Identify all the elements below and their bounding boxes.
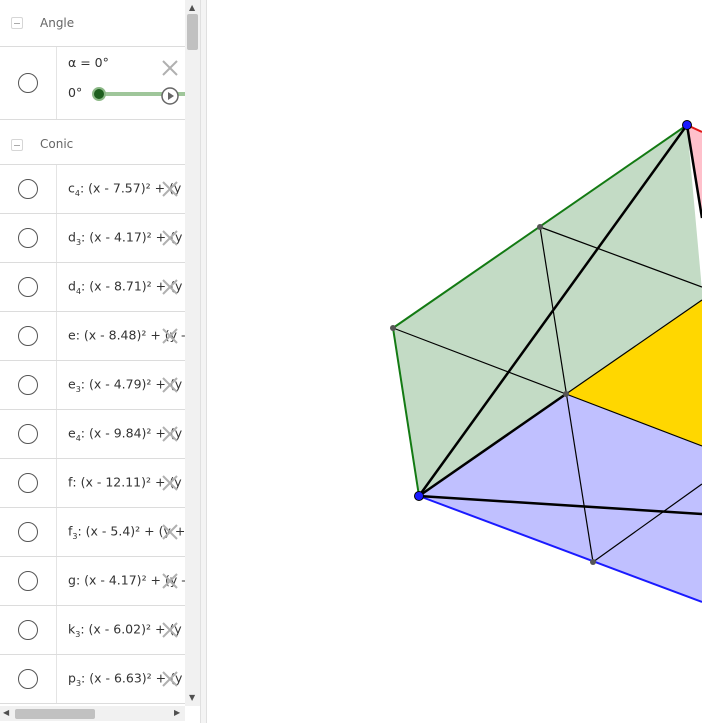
conic-row[interactable]: g: (x - 4.17)² + (y - [0, 557, 185, 606]
close-icon[interactable] [161, 621, 179, 639]
group-header-conic[interactable]: Conic [0, 120, 185, 165]
vertical-scrollbar[interactable]: ▲ ▼ [185, 0, 200, 706]
close-icon[interactable] [161, 474, 179, 492]
close-icon[interactable] [161, 523, 179, 541]
visibility-toggle[interactable] [0, 410, 57, 458]
conic-row[interactable]: e3: (x - 4.79)² + (y [0, 361, 185, 410]
point-blue[interactable] [414, 491, 424, 501]
point-blue[interactable] [682, 120, 692, 130]
close-icon[interactable] [161, 670, 179, 688]
scroll-left-icon[interactable]: ◀ [3, 708, 9, 717]
conic-row[interactable]: d4: (x - 8.71)² + (y [0, 263, 185, 312]
marble-icon[interactable] [18, 424, 38, 444]
construction-canvas[interactable] [207, 0, 702, 723]
view-divider[interactable] [200, 0, 207, 723]
algebra-list: Angle α = 0° 0° Conic c4: (x - 7.57)² + … [0, 0, 188, 704]
slider-definition[interactable]: α = 0° [68, 55, 109, 70]
conic-row[interactable]: f3: (x - 5.4)² + (y + [0, 508, 185, 557]
conic-row[interactable]: p3: (x - 6.63)² + (y [0, 655, 185, 704]
group-title: Angle [40, 16, 75, 30]
visibility-toggle[interactable] [0, 655, 57, 703]
slider-row-alpha[interactable]: α = 0° 0° [0, 47, 188, 120]
scroll-up-icon[interactable]: ▲ [189, 3, 195, 12]
marble-icon[interactable] [18, 620, 38, 640]
collapse-icon[interactable] [11, 139, 23, 151]
marble-icon[interactable] [18, 228, 38, 248]
conic-name: d [68, 229, 76, 245]
close-icon[interactable] [161, 180, 179, 198]
conic-name: e [68, 425, 76, 441]
scrollbar-thumb[interactable] [15, 709, 95, 719]
point-small[interactable] [537, 224, 543, 230]
conic-row[interactable]: k3: (x - 6.02)² + (y [0, 606, 185, 655]
marble-icon[interactable] [18, 375, 38, 395]
group-title: Conic [40, 137, 74, 151]
horizontal-scrollbar[interactable]: ◀ ▶ [0, 706, 185, 721]
collapse-icon[interactable] [11, 17, 23, 29]
conic-name: p [68, 670, 76, 686]
visibility-toggle[interactable] [0, 263, 57, 311]
scrollbar-thumb[interactable] [187, 14, 198, 50]
marble-icon[interactable] [18, 571, 38, 591]
conic-row[interactable]: c4: (x - 7.57)² + (y [0, 165, 185, 214]
play-icon[interactable] [160, 86, 180, 106]
conic-name: e [68, 327, 76, 343]
point-small[interactable] [590, 559, 596, 565]
close-icon[interactable] [161, 59, 179, 77]
conic-name: g [68, 572, 76, 588]
visibility-toggle[interactable] [0, 459, 57, 507]
close-icon[interactable] [161, 327, 179, 345]
visibility-toggle[interactable] [0, 606, 57, 654]
conic-row[interactable]: e: (x - 8.48)² + (y - [0, 312, 185, 361]
close-icon[interactable] [161, 425, 179, 443]
graphics-view[interactable] [207, 0, 702, 723]
conic-list: c4: (x - 7.57)² + (y d3: (x - 4.17)² + (y… [0, 165, 185, 704]
conic-name: e [68, 376, 76, 392]
algebra-view: Angle α = 0° 0° Conic c4: (x - 7.57)² + … [0, 0, 200, 723]
close-icon[interactable] [161, 376, 179, 394]
scroll-right-icon[interactable]: ▶ [174, 708, 180, 717]
conic-name: c [68, 180, 75, 196]
marble-icon[interactable] [18, 277, 38, 297]
marble-icon[interactable] [18, 522, 38, 542]
slider-value-label: 0° [68, 85, 83, 100]
marble-icon[interactable] [18, 669, 38, 689]
slider-thumb[interactable] [92, 87, 106, 101]
point-small[interactable] [390, 325, 396, 331]
conic-row[interactable]: f: (x - 12.11)² + (y [0, 459, 185, 508]
visibility-toggle[interactable] [0, 47, 57, 119]
visibility-toggle[interactable] [0, 214, 57, 262]
visibility-toggle[interactable] [0, 361, 57, 409]
marble-icon[interactable] [18, 73, 38, 93]
marble-icon[interactable] [18, 473, 38, 493]
visibility-toggle[interactable] [0, 508, 57, 556]
conic-row[interactable]: d3: (x - 4.17)² + (y [0, 214, 185, 263]
close-icon[interactable] [161, 229, 179, 247]
point-small[interactable] [563, 391, 569, 397]
marble-icon[interactable] [18, 179, 38, 199]
visibility-toggle[interactable] [0, 312, 57, 360]
conic-name: d [68, 278, 76, 294]
close-icon[interactable] [161, 572, 179, 590]
visibility-toggle[interactable] [0, 557, 57, 605]
scroll-down-icon[interactable]: ▼ [189, 693, 195, 702]
group-header-angle[interactable]: Angle [0, 0, 185, 47]
marble-icon[interactable] [18, 326, 38, 346]
conic-row[interactable]: e4: (x - 9.84)² + (y [0, 410, 185, 459]
close-icon[interactable] [161, 278, 179, 296]
visibility-toggle[interactable] [0, 165, 57, 213]
